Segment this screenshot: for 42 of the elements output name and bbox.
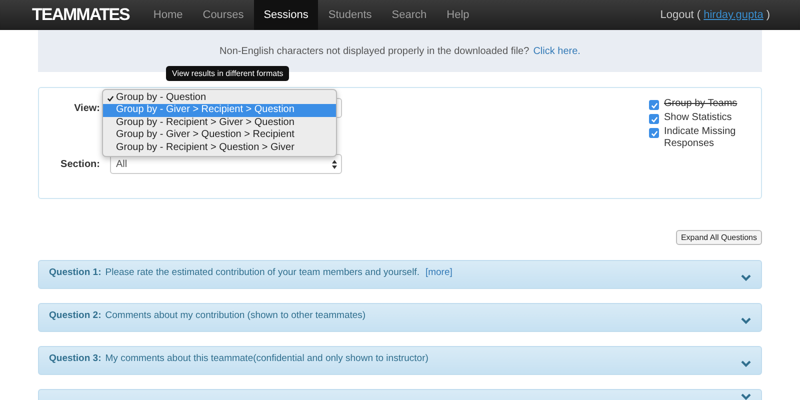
- checkbox[interactable]: [649, 114, 659, 124]
- user-link[interactable]: hirday.gupta: [704, 9, 764, 21]
- dropdown-option[interactable]: Group by - Giver > Question > Recipient: [103, 129, 336, 142]
- section-select[interactable]: All: [110, 154, 342, 174]
- question-text: Please rate the estimated contribution of your team members and yourself.: [105, 267, 420, 278]
- expand-all-button[interactable]: Expand All Questions: [676, 230, 762, 245]
- chevron-icon[interactable]: [741, 317, 751, 324]
- nav-link[interactable]: Search: [382, 0, 437, 30]
- checkbox[interactable]: [649, 128, 659, 138]
- checkbox-label: Show Statistics: [664, 112, 732, 124]
- dropdown-option[interactable]: Group by - Giver > Recipient > Question: [103, 104, 336, 117]
- nav-link[interactable]: Sessions: [254, 0, 318, 30]
- checkbox-label: Group by Teams: [664, 98, 738, 110]
- nav-link[interactable]: Home: [143, 0, 193, 30]
- question-number: Question 3:: [49, 353, 102, 364]
- chevron-icon[interactable]: [741, 393, 751, 400]
- logout-label[interactable]: Logout (: [660, 9, 701, 21]
- dropdown-option[interactable]: Group by - Recipient > Giver > Question: [103, 116, 336, 130]
- tooltip: View results in different formats: [166, 66, 290, 81]
- nav-link[interactable]: Help: [436, 0, 480, 30]
- chevron-icon[interactable]: [741, 360, 751, 367]
- checkbox-label: Indicate Missing Responses: [664, 126, 737, 150]
- click-here-link[interactable]: Click here.: [533, 46, 580, 56]
- chevron-icon[interactable]: [741, 274, 751, 281]
- dropdown-option[interactable]: Group by - Question: [103, 92, 336, 104]
- section-label: Section:: [60, 158, 100, 170]
- nav-link[interactable]: Students: [318, 0, 382, 30]
- question-number: Question 2:: [49, 310, 102, 321]
- logout-close: ): [766, 9, 770, 21]
- brand-logo[interactable]: TEAMMATES: [32, 5, 130, 25]
- view-label: View:: [73, 102, 100, 114]
- question-panel[interactable]: Question 1: Please rate the estimated contribution of your team members and yourself. [more]: [38, 260, 762, 289]
- question-panel[interactable]: Question 3: My comments about this teammate(confidential and only shown to instructor): [38, 346, 762, 375]
- dropdown-option[interactable]: Group by - Recipient > Question > Giver: [103, 142, 336, 154]
- notice-text: Non-English characters not displayed properly in the downloaded file?: [220, 46, 530, 56]
- question-number: Question 1:: [49, 267, 102, 278]
- question-text: My comments about this teammate(confidential and only shown to instructor): [105, 353, 428, 364]
- more-link[interactable]: [more]: [425, 267, 452, 278]
- nav-link[interactable]: Courses: [192, 0, 254, 30]
- question-text: Comments about my contribution (shown to other teammates): [105, 310, 366, 321]
- question-panel[interactable]: Question 2: Comments about my contribution (shown to other teammates): [38, 303, 762, 332]
- select-arrows-icon: [332, 160, 337, 168]
